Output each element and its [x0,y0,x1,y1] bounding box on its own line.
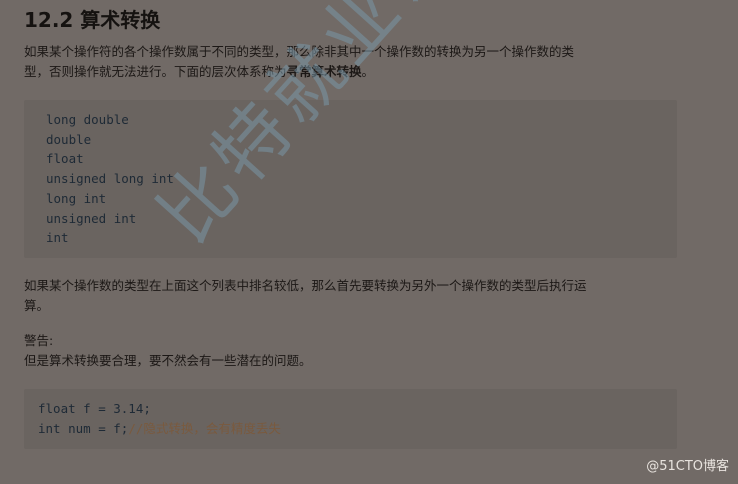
example-code-block: float f = 3.14; int num = f;//隐式转换，会有精度丢… [24,389,677,449]
type-hierarchy-code-block: long double double float unsigned long i… [24,100,677,258]
usual-arithmetic-conversion-term: 寻常算术转换 [286,64,362,79]
code-line: unsigned long int [46,171,174,187]
code-statement: int num = f; [38,420,129,436]
code-line: long double [46,112,129,127]
code-comment: //隐式转换，会有精度丢失 [128,420,281,436]
intro-line-2-prefix: 型，否则操作就无法进行。下面的层次体系称为 [24,64,287,79]
rule-line-2: 算。 [24,298,50,313]
warning-label: 警告: [24,333,54,348]
intro-paragraph: 如果某个操作符的各个操作数属于不同的类型，那么除非其中一个操作数的转换为另一个操… [24,42,696,82]
code-line-int: int num = f;//隐式转换，会有精度丢失 [38,419,677,439]
code-line-float: float f = 3.14; [38,401,151,416]
intro-line-1: 如果某个操作符的各个操作数属于不同的类型，那么除非其中一个操作数的转换为另一个操… [24,44,575,59]
conversion-rule-paragraph: 如果某个操作数的类型在上面这个列表中排名较低，那么首先要转换为另外一个操作数的类… [24,276,696,316]
warning-text: 但是算术转换要合理，要不然会有一些潜在的问题。 [24,353,312,368]
code-line: unsigned int [46,210,137,226]
warning-paragraph: 警告: 但是算术转换要合理，要不然会有一些潜在的问题。 [24,331,696,371]
code-line: float [46,151,84,167]
code-line: int [46,230,69,246]
intro-line-2-suffix: 。 [361,64,375,79]
code-line: double [46,131,92,147]
code-line: long int [46,190,107,206]
section-title: 12.2 算术转换 [24,8,161,32]
site-credit: @51CTO博客 [646,459,729,474]
rule-line-1: 如果某个操作数的类型在上面这个列表中排名较低，那么首先要转换为另外一个操作数的类… [24,278,587,293]
